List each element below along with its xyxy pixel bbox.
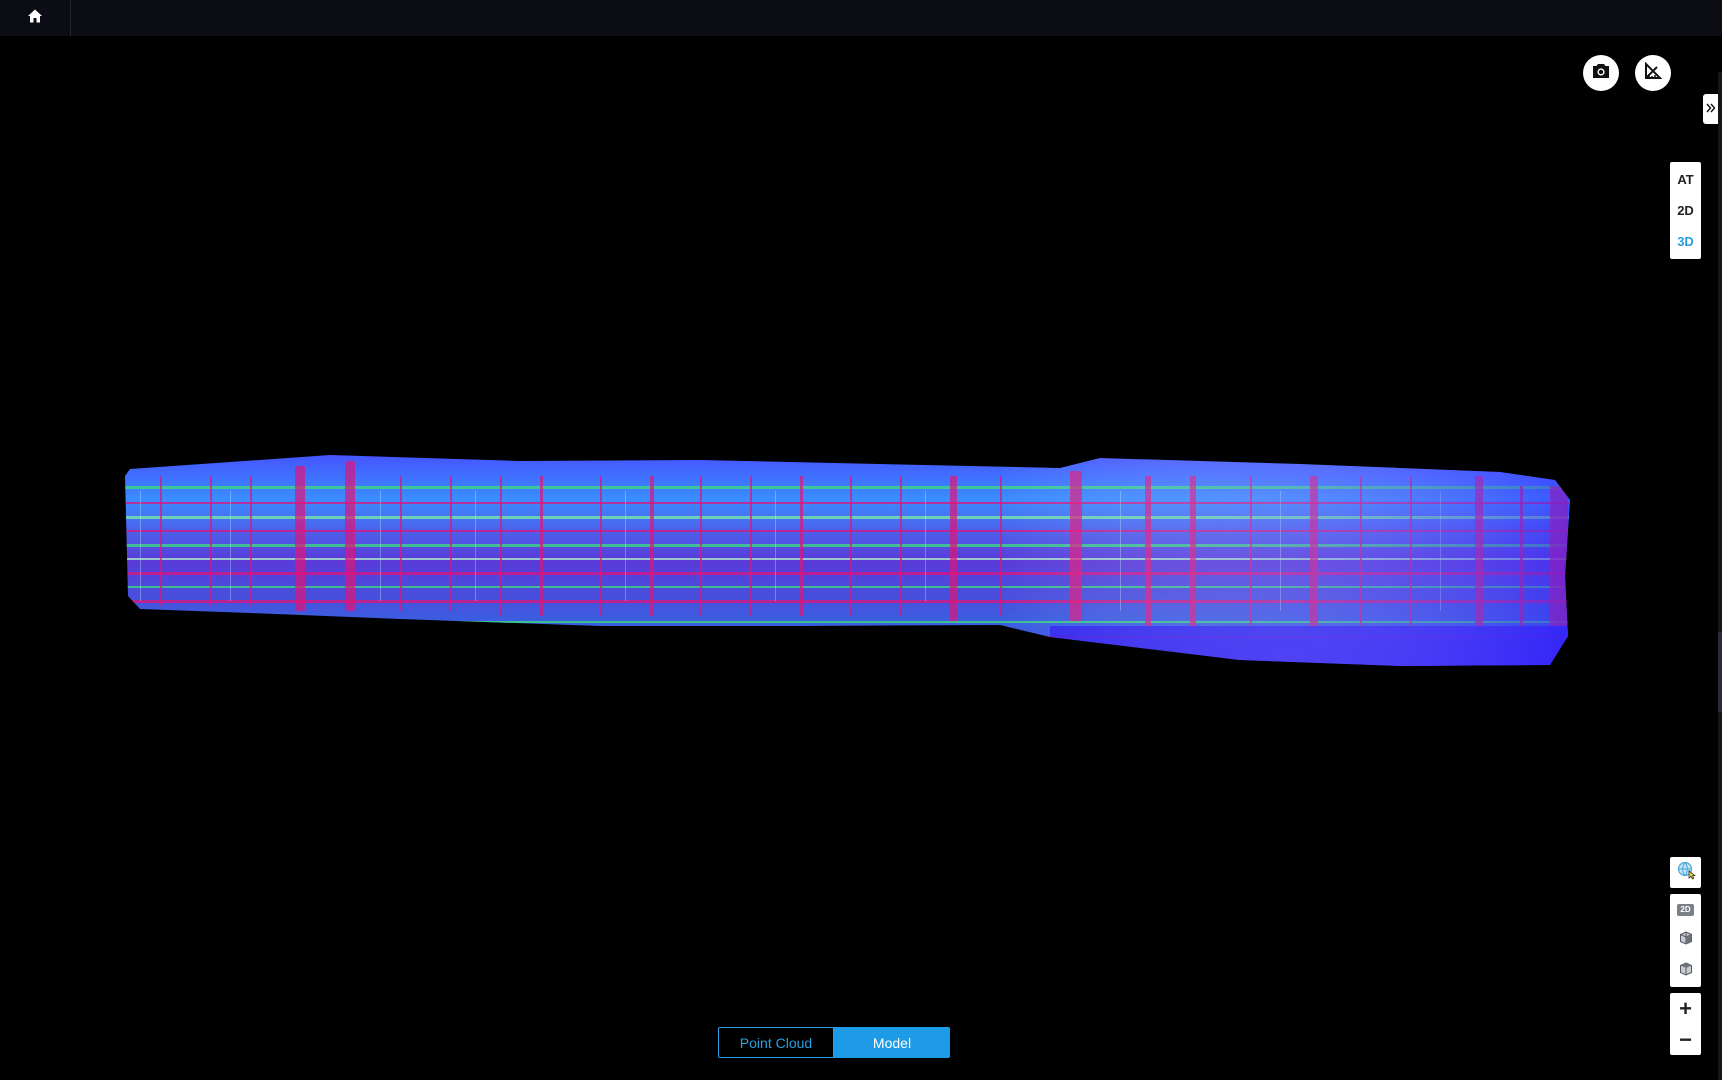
zoom-in-button[interactable]: + [1670,993,1701,1024]
camera-views-panel: 2D [1670,894,1701,987]
scrollbar-thumb[interactable] [1718,632,1722,712]
model-button[interactable]: Model [834,1027,950,1058]
home-icon [27,8,43,29]
minus-icon: − [1679,1026,1692,1052]
mode-2d[interactable]: 2D [1670,195,1701,226]
map-2d-icon: 2D [1677,903,1694,916]
cube-side-icon [1679,931,1693,950]
view-2d-button[interactable]: 2D [1670,894,1701,925]
camera-icon [1592,63,1610,84]
double-chevron-right-icon [1706,100,1716,118]
layers-button[interactable] [1670,857,1701,888]
collapse-panel-button[interactable] [1703,94,1719,124]
point-cloud-button[interactable]: Point Cloud [718,1027,834,1058]
view-side-button[interactable] [1670,925,1701,956]
home-button[interactable] [0,0,71,36]
layers-panel [1670,857,1701,888]
render-mode-toggle: Point Cloud Model [718,1027,950,1058]
mode-3d[interactable]: 3D [1670,226,1701,257]
cube-iso-icon [1679,962,1693,981]
side-scrollbar[interactable] [1718,72,1722,1080]
zoom-panel: + − [1670,993,1701,1055]
view-iso-button[interactable] [1670,956,1701,987]
model-render [125,455,1570,666]
3d-viewport[interactable] [0,36,1722,1080]
globe-layers-icon [1676,860,1696,885]
plus-icon: + [1679,995,1692,1021]
top-bar [0,0,1722,36]
app-root: AT 2D 3D 2D + − Point Cloud Model [0,0,1722,1080]
mode-at[interactable]: AT [1670,164,1701,195]
view-mode-panel: AT 2D 3D [1670,162,1701,259]
ruler-triangle-icon [1644,61,1663,85]
screenshot-button[interactable] [1583,55,1619,91]
measure-button[interactable] [1635,55,1671,91]
zoom-out-button[interactable]: − [1670,1024,1701,1055]
